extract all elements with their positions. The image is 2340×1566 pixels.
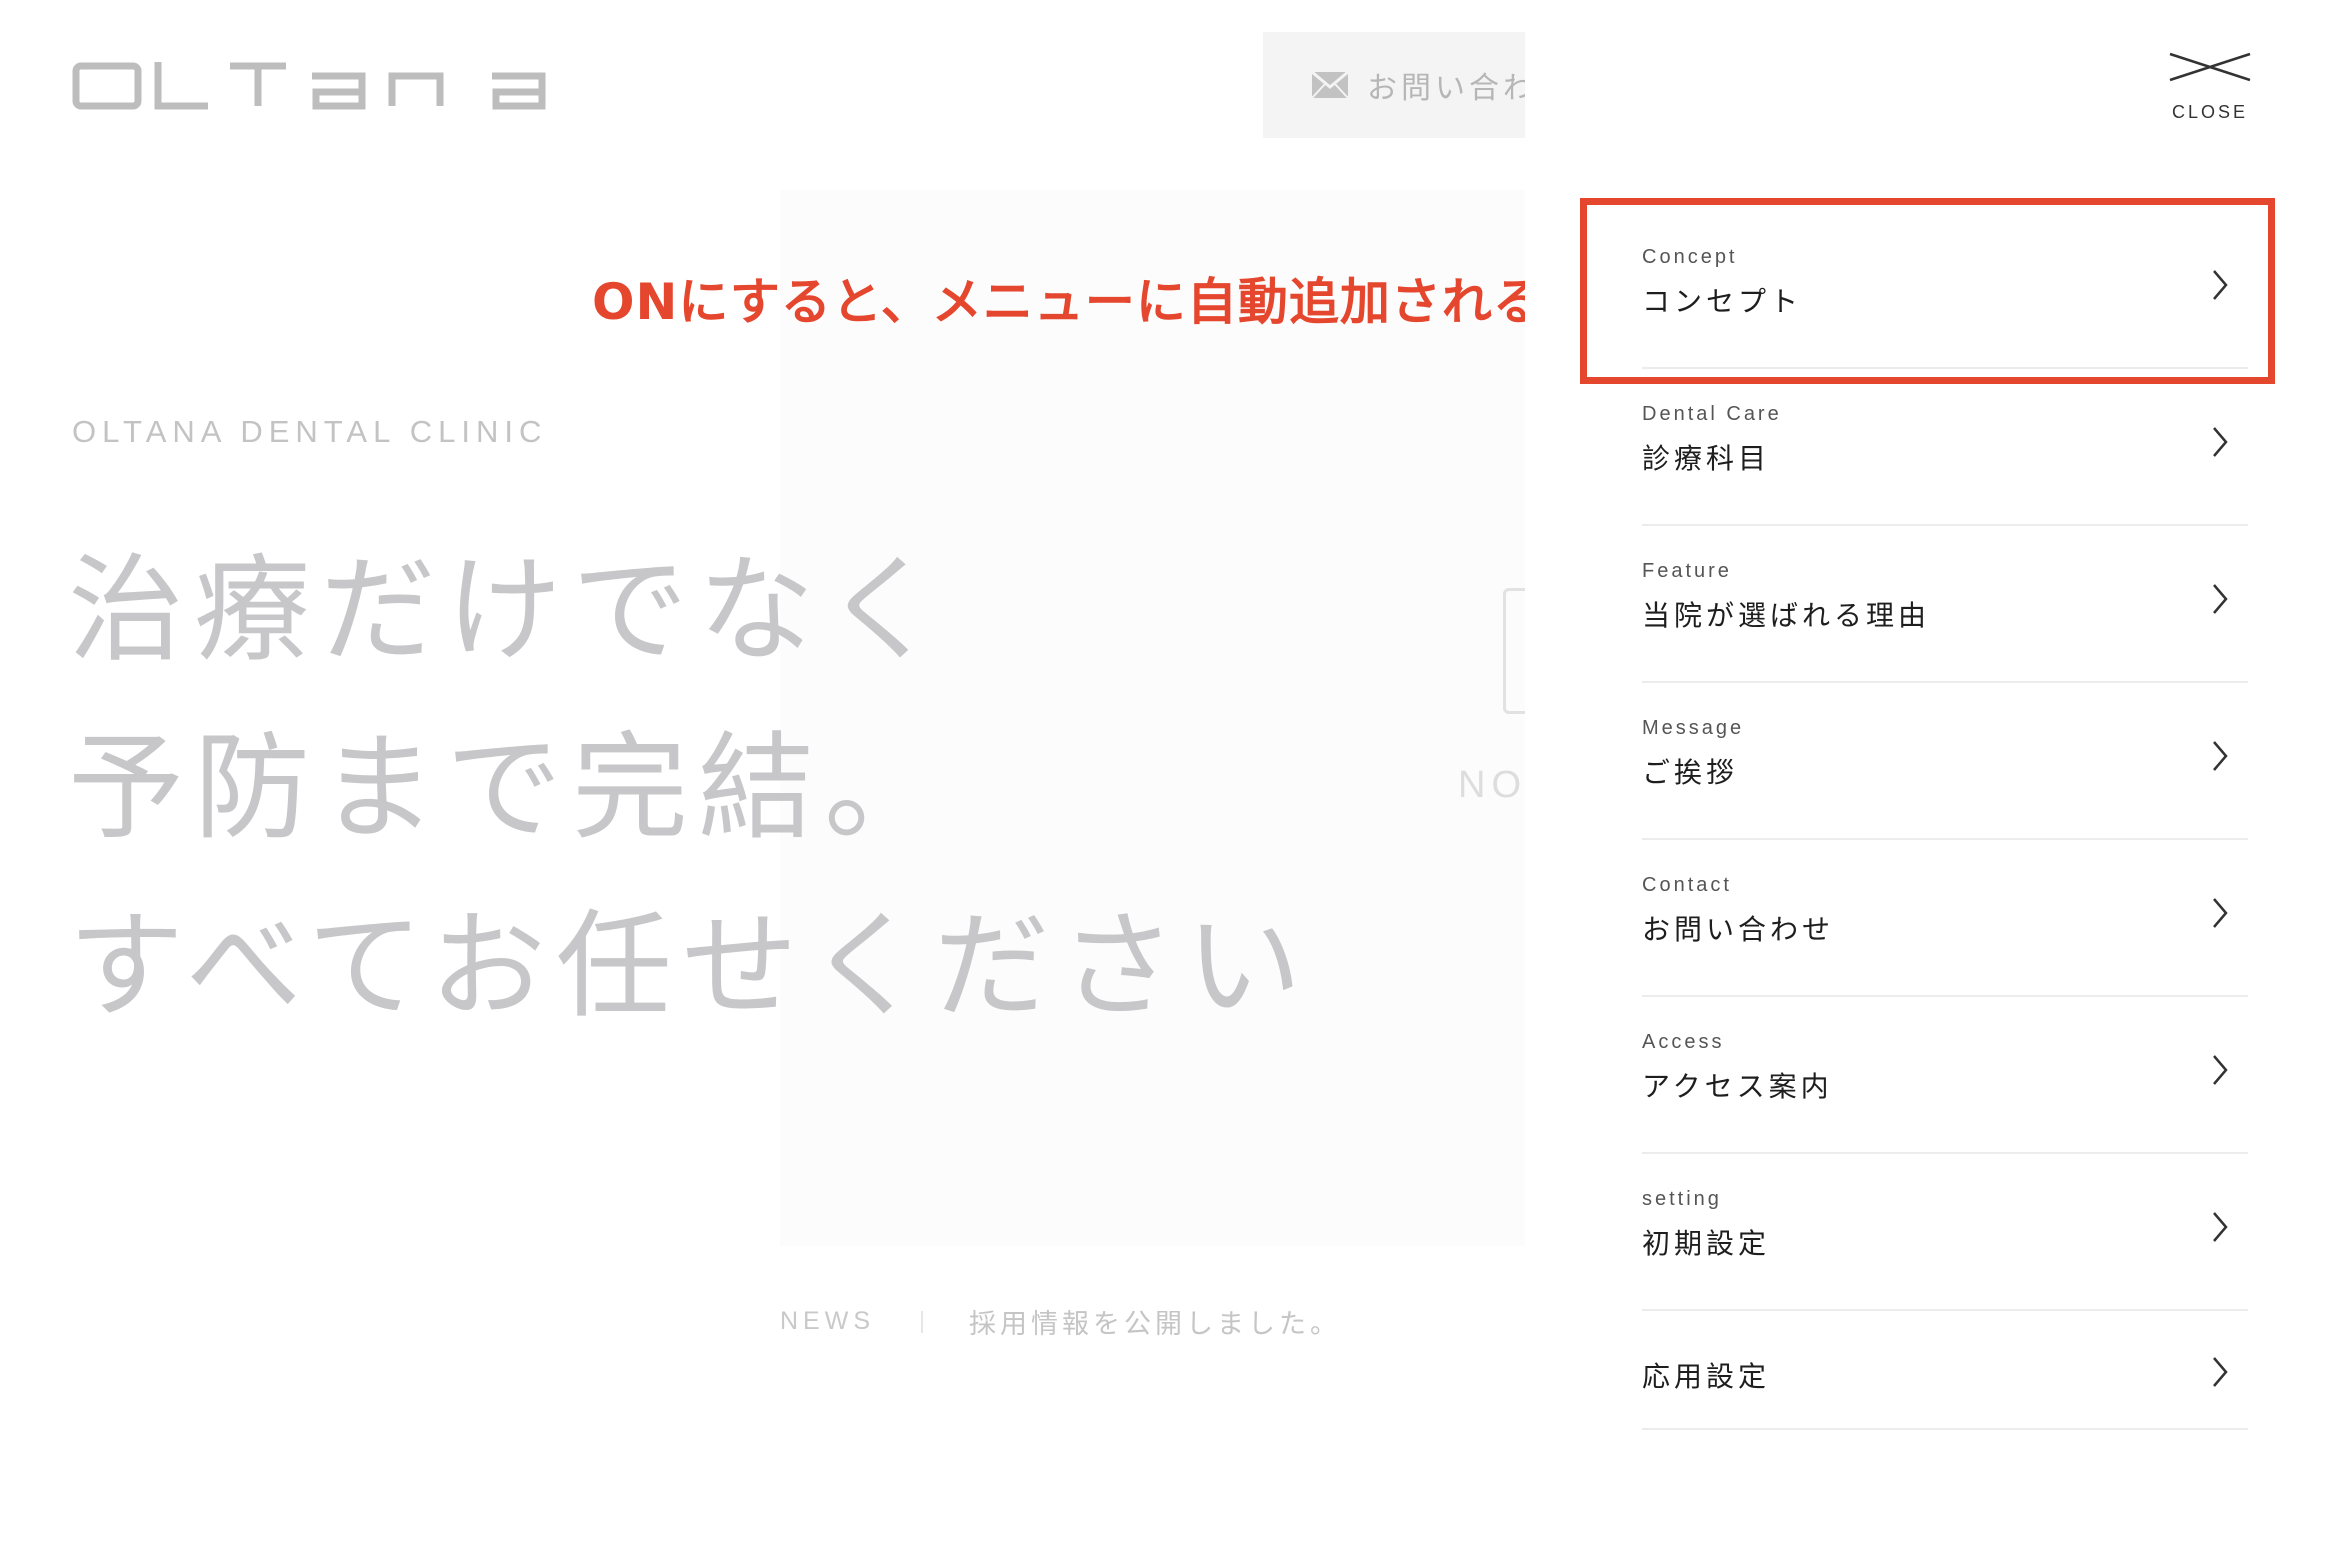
oltana-logo[interactable]: oltana xyxy=(72,58,558,110)
news-link[interactable]: 採用情報を公開しました。 xyxy=(969,1302,1341,1341)
headline-line-1: 治療だけでなく xyxy=(68,543,950,678)
menu-item-concept[interactable]: Concept コンセプト xyxy=(1642,212,2248,369)
chevron-right-icon xyxy=(2213,741,2228,771)
menu-item-ja-label: お問い合わせ xyxy=(1642,913,1835,946)
logo-text: oltana xyxy=(72,58,76,59)
menu-item-dental-care[interactable]: Dental Care 診療科目 xyxy=(1642,369,2248,526)
menu-item-ja-label: ご挨拶 xyxy=(1642,756,1739,789)
chevron-right-icon xyxy=(2213,898,2228,928)
chevron-right-icon xyxy=(2213,584,2228,614)
mail-icon xyxy=(1311,71,1349,99)
menu-item-message[interactable]: Message ご挨拶 xyxy=(1642,683,2248,840)
contact-button-label: お問い合わ xyxy=(1367,71,1525,106)
chevron-right-icon xyxy=(2213,1055,2228,1085)
menu-item-en-label: Access xyxy=(1642,1031,1725,1053)
news-tag: NEWS xyxy=(780,1307,875,1335)
background-page: oltana お問い合わ NO OLTANA DENTAL CLINIC 治療だ… xyxy=(0,0,1543,1566)
close-icon xyxy=(2169,52,2251,82)
no-image-label: NO xyxy=(1458,764,1525,806)
menu-item-en-label: Concept xyxy=(1642,246,1738,268)
headline-line-3: すべてお任せください xyxy=(68,899,1312,1034)
close-label: CLOSE xyxy=(2171,102,2249,122)
annotation-callout: ONにすると、メニューに自動追加される xyxy=(592,273,1544,331)
chevron-right-icon xyxy=(2213,1212,2228,1242)
headline-line-2: 予防まで完結。 xyxy=(68,721,950,856)
menu-item-en-label: setting xyxy=(1642,1188,1722,1210)
drawer-menu-list: Concept コンセプト Dental Care 診療科目 Feature 当… xyxy=(1642,212,2248,1430)
menu-item-ja-label: アクセス案内 xyxy=(1642,1070,1833,1103)
news-ticker[interactable]: NEWS 採用情報を公開しました。 xyxy=(780,1302,1341,1341)
clinic-name: OLTANA DENTAL CLINIC xyxy=(72,414,548,449)
close-button[interactable]: CLOSE xyxy=(2166,46,2254,128)
menu-item-ja-label: 診療科目 xyxy=(1642,442,1771,475)
contact-button[interactable]: お問い合わ xyxy=(1263,32,1525,138)
menu-item-en-label: Feature xyxy=(1642,560,1732,582)
menu-item-advanced-setting[interactable]: 応用設定 xyxy=(1642,1311,2248,1430)
menu-item-setting[interactable]: setting 初期設定 xyxy=(1642,1154,2248,1311)
chevron-right-icon xyxy=(2213,1357,2228,1387)
menu-item-ja-label: 初期設定 xyxy=(1642,1227,1771,1260)
chevron-right-icon xyxy=(2213,427,2228,457)
menu-item-en-label: Contact xyxy=(1642,874,1732,896)
hero-headline: 治療だけでなく 予防まで完結。 すべてお任せください xyxy=(68,522,1468,1056)
menu-item-en-label: Dental Care xyxy=(1642,403,1782,425)
menu-item-ja-label: コンセプト xyxy=(1642,285,1803,318)
menu-item-access[interactable]: Access アクセス案内 xyxy=(1642,997,2248,1154)
news-divider xyxy=(921,1310,923,1333)
menu-item-en-label: Message xyxy=(1642,717,1745,739)
menu-item-feature[interactable]: Feature 当院が選ばれる理由 xyxy=(1642,526,2248,683)
menu-item-ja-label: 応用設定 xyxy=(1642,1360,1771,1393)
menu-item-ja-label: 当院が選ばれる理由 xyxy=(1642,599,1931,632)
menu-item-contact[interactable]: Contact お問い合わせ xyxy=(1642,840,2248,997)
chevron-right-icon xyxy=(2213,270,2228,300)
